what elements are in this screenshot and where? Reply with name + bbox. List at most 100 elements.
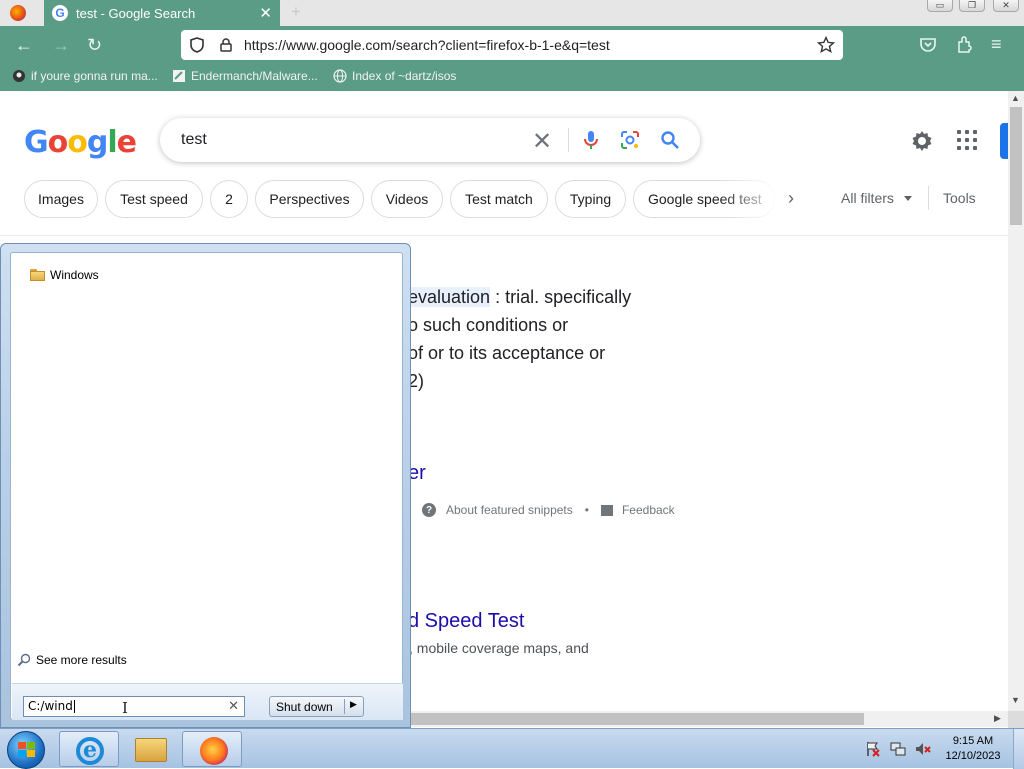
- shutdown-options-arrow-icon[interactable]: ▶: [350, 699, 357, 710]
- lens-search-icon[interactable]: [620, 130, 640, 150]
- start-menu: Windows See more results C:/wind ✕ I Shut…: [0, 243, 411, 728]
- new-tab-icon[interactable]: +: [291, 2, 301, 22]
- shutdown-label: Shut down: [276, 700, 333, 714]
- bookmark-item[interactable]: Endermanch/Malware...: [172, 69, 318, 83]
- scroll-up-icon[interactable]: ▲: [1011, 93, 1020, 103]
- google-apps-icon[interactable]: [957, 130, 977, 150]
- taskbar-ie-button[interactable]: e: [59, 731, 119, 767]
- help-icon[interactable]: ?: [422, 503, 436, 517]
- clock-date: 12/10/2023: [945, 750, 1001, 762]
- clear-search-icon[interactable]: ✕: [228, 697, 239, 716]
- feedback-icon[interactable]: [600, 504, 613, 516]
- chips-fade-overlay: [720, 180, 780, 218]
- horizontal-scrollbar[interactable]: ▶: [400, 711, 1008, 727]
- chip-test-speed[interactable]: Test speed: [105, 180, 203, 218]
- start-search-value[interactable]: C:/wind: [28, 699, 73, 713]
- firefox-menu-icon[interactable]: [10, 5, 26, 21]
- chip-typing[interactable]: Typing: [555, 180, 626, 218]
- settings-gear-icon[interactable]: [910, 129, 934, 153]
- result-title-link[interactable]: d Speed Test: [408, 610, 524, 633]
- url-bar[interactable]: https://www.google.com/search?client=fir…: [181, 30, 843, 60]
- clear-search-icon[interactable]: ✕: [532, 127, 552, 156]
- tab-bar: G test - Google Search ✕ + ▭ ❐ ✕: [0, 0, 1024, 26]
- search-result-label: Windows: [50, 268, 99, 282]
- chip-test-match[interactable]: Test match: [450, 180, 548, 218]
- pocket-icon[interactable]: [919, 37, 937, 53]
- bookmark-item[interactable]: Index of ~dartz/isos: [333, 69, 456, 83]
- snippet-line: of or to its acceptance or: [408, 343, 606, 363]
- taskbar: e 9:15 AM 12/10/2023: [0, 728, 1024, 769]
- vertical-scrollbar[interactable]: ▲ ▼: [1008, 91, 1024, 711]
- scrollbar-thumb[interactable]: [1010, 107, 1022, 225]
- chip-videos[interactable]: Videos: [371, 180, 443, 218]
- action-center-flag-icon[interactable]: [865, 741, 881, 757]
- magnifier-icon: [17, 653, 31, 667]
- tools-button[interactable]: Tools: [943, 190, 976, 206]
- search-result-windows[interactable]: Windows: [30, 268, 99, 282]
- bookmark-item[interactable]: if youre gonna run ma...: [12, 69, 158, 83]
- google-favicon-icon: G: [52, 5, 68, 21]
- url-text[interactable]: https://www.google.com/search?client=fir…: [244, 37, 817, 53]
- show-desktop-button[interactable]: [1013, 729, 1024, 769]
- tools-divider: [928, 186, 929, 210]
- chip-2[interactable]: 2: [210, 180, 248, 218]
- tab-title: test - Google Search: [76, 5, 196, 21]
- snippet-footer: ? About featured snippets • Feedback: [422, 503, 675, 517]
- folder-icon: [30, 269, 45, 281]
- extensions-icon[interactable]: [956, 36, 973, 54]
- snippet-line: o such conditions or: [408, 315, 569, 335]
- forward-icon[interactable]: →: [52, 35, 70, 55]
- chip-images[interactable]: Images: [24, 180, 98, 218]
- sign-in-button[interactable]: [1000, 123, 1008, 159]
- scrollbar-corner: [1008, 711, 1024, 728]
- search-query[interactable]: test: [181, 131, 207, 149]
- start-menu-footer: C:/wind ✕ I Shut down ▶: [12, 683, 403, 720]
- google-doodle-logo[interactable]: Google: [24, 125, 137, 160]
- network-icon[interactable]: [890, 741, 906, 757]
- chip-perspectives[interactable]: Perspectives: [255, 180, 364, 218]
- scrollbar-thumb[interactable]: [410, 713, 864, 725]
- snippet-highlight: evaluation: [408, 287, 491, 307]
- taskbar-firefox-button[interactable]: [182, 731, 242, 767]
- bookmark-favicon-icon: [173, 70, 185, 82]
- close-window-button[interactable]: ✕: [993, 0, 1019, 12]
- see-more-label: See more results: [36, 653, 127, 667]
- tab-close-icon[interactable]: ✕: [259, 4, 272, 22]
- taskbar-clock[interactable]: 9:15 AM 12/10/2023: [940, 734, 1006, 764]
- tab-google-search[interactable]: G test - Google Search ✕: [44, 0, 280, 26]
- tracking-shield-icon[interactable]: [190, 37, 204, 53]
- text-caret: [73, 700, 75, 713]
- search-divider: [568, 128, 569, 152]
- chevron-right-icon[interactable]: ›: [788, 188, 794, 209]
- start-search-input[interactable]: C:/wind ✕: [23, 696, 245, 717]
- caret-down-icon[interactable]: [904, 196, 912, 201]
- firefox-icon: [200, 737, 228, 765]
- result-description: , mobile coverage maps, and: [409, 640, 589, 656]
- back-icon[interactable]: ←: [15, 35, 33, 55]
- minimize-button[interactable]: ▭: [927, 0, 953, 12]
- scroll-down-icon[interactable]: ▼: [1011, 695, 1020, 705]
- restore-button[interactable]: ❐: [959, 0, 985, 12]
- search-icon[interactable]: [660, 130, 680, 150]
- bookmark-star-icon[interactable]: [817, 36, 835, 54]
- about-snippets-link[interactable]: About featured snippets: [446, 503, 573, 517]
- globe-icon: [333, 69, 347, 83]
- hamburger-menu-icon[interactable]: ≡: [991, 34, 1002, 54]
- bookmark-label: Index of ~dartz/isos: [352, 69, 457, 83]
- search-box[interactable]: test ✕: [160, 118, 700, 162]
- taskbar-explorer-button[interactable]: [120, 731, 180, 767]
- see-more-results-link[interactable]: See more results: [17, 653, 127, 667]
- voice-search-icon[interactable]: [581, 130, 601, 150]
- nav-bar: ← → ↻ https://www.google.com/search?clie…: [0, 26, 1024, 64]
- feedback-link[interactable]: Feedback: [622, 503, 675, 517]
- reload-icon[interactable]: ↻: [87, 35, 102, 55]
- separator-dot: •: [584, 503, 589, 517]
- all-filters-button[interactable]: All filters: [841, 190, 894, 206]
- scroll-right-icon[interactable]: ▶: [994, 713, 1001, 724]
- bookmark-label: if youre gonna run ma...: [31, 69, 158, 83]
- shutdown-button[interactable]: Shut down ▶: [269, 696, 364, 717]
- volume-muted-icon[interactable]: [915, 741, 931, 757]
- start-orb-button[interactable]: [7, 731, 45, 769]
- snippet-line: evaluation : trial. specifically: [408, 287, 631, 308]
- lock-icon[interactable]: [220, 38, 232, 52]
